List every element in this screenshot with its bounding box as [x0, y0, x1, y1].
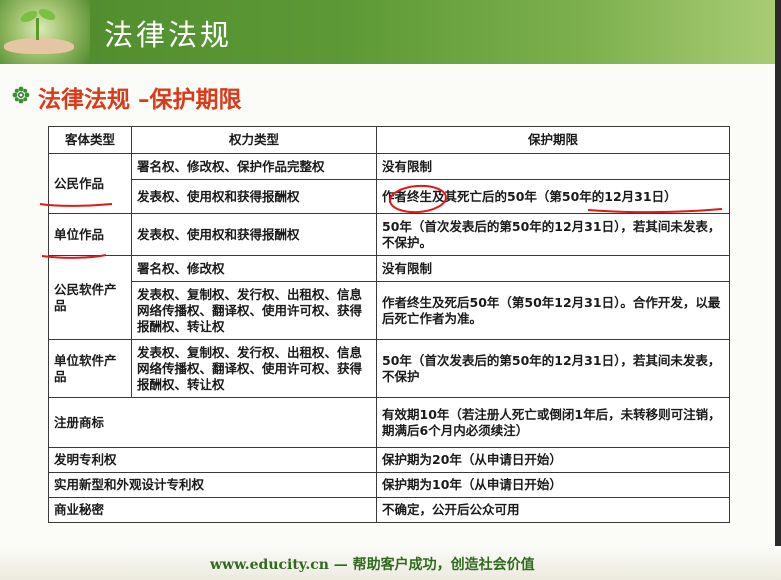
table-row: 发明专利权 保护期为20年（从申请日开始） [48, 447, 730, 473]
footer-url: www.educity.cn [210, 557, 329, 573]
table-row: 注册商标 有效期10年（若注册人死亡或倒闭1年后，未转移则可注销，期满后6个月内… [48, 397, 730, 448]
cell-type-utility-design-patent: 实用新型和外观设计专利权 [48, 472, 377, 498]
cell-term: 没有限制 [376, 153, 730, 180]
table-row: 公民软件产品 署名权、修改权 没有限制 [48, 255, 730, 340]
cell-term: 有效期10年（若注册人死亡或倒闭1年后，未转移则可注销，期满后6个月内必须续注） [376, 397, 730, 448]
slide: 法律法规 法律法规 –保护期限 客体类型 权力类型 保护期限 公民作品 署名权、… [0, 0, 781, 580]
table-row: 发表权、使用权和获得报酬权 作者终生及其死亡后的50年（第50年的12月31日） [49, 179, 730, 214]
table-row: 单位软件产品 发表权、复制权、发行权、出租权、信息网络传播权、翻译权、使用许可权… [48, 339, 730, 398]
table-row: 发表权、复制权、发行权、出租权、信息网络传播权、翻译权、使用许可权、获得报酬权、… [49, 281, 730, 340]
header-protection-term: 保护期限 [376, 126, 730, 154]
cell-type-trademark: 注册商标 [48, 397, 377, 448]
footer-dash: — [333, 557, 348, 573]
cell-right: 署名权、修改权、保护作品完整权 [131, 153, 377, 180]
flower-bullet-icon [12, 86, 30, 104]
cell-term: 50年（首次发表后的第50年的12月31日），若其间未发表，不保护。 [376, 213, 730, 256]
sprout-stem [36, 18, 39, 40]
header-object-type: 客体类型 [48, 126, 132, 154]
cell-term: 没有限制 [376, 255, 730, 282]
table-row: 商业秘密 不确定，公开后公众可用 [48, 497, 730, 523]
table-row: 实用新型和外观设计专利权 保护期为10年（从申请日开始） [48, 472, 730, 498]
cell-term: 作者终生及死后50年（第50年12月31日）。合作开发，以最后死亡作者为准。 [376, 281, 730, 340]
hand-shape [4, 38, 74, 54]
table-header-row: 客体类型 权力类型 保护期限 [48, 126, 730, 154]
cell-right: 发表权、使用权和获得报酬权 [131, 213, 377, 256]
cell-type-unit-work: 单位作品 [48, 213, 132, 256]
header-right-type: 权力类型 [131, 126, 377, 154]
cell-type-citizen-work: 公民作品 [48, 153, 132, 214]
protection-term-table-wrap: 客体类型 权力类型 保护期限 公民作品 署名权、修改权、保护作品完整权 没有限制… [48, 126, 730, 523]
cell-right: 发表权、复制权、发行权、出租权、信息网络传播权、翻译权、使用许可权、获得报酬权、… [131, 281, 377, 340]
cell-term: 保护期为10年（从申请日开始） [376, 472, 730, 498]
window-edge [775, 0, 781, 580]
cell-term: 不确定，公开后公众可用 [376, 497, 730, 523]
cell-right: 署名权、修改权 [131, 255, 377, 282]
cell-type-trade-secret: 商业秘密 [48, 497, 377, 523]
cell-type-invention-patent: 发明专利权 [48, 447, 377, 473]
slide-subtitle: 法律法规 –保护期限 [38, 86, 242, 113]
table-row: 公民作品 署名权、修改权、保护作品完整权 没有限制 [48, 153, 730, 214]
cell-term: 保护期为20年（从申请日开始） [376, 447, 730, 473]
cell-term: 50年（首次发表后的第50年的12月31日），若其间未发表，不保护 [376, 339, 730, 398]
footer-slogan: 帮助客户成功，创造社会价值 [352, 557, 535, 573]
protection-term-table: 客体类型 权力类型 保护期限 公民作品 署名权、修改权、保护作品完整权 没有限制… [48, 126, 730, 523]
cell-right: 发表权、使用权和获得报酬权 [131, 179, 377, 214]
cell-type-unit-software: 单位软件产品 [48, 339, 132, 398]
table-row: 单位作品 发表权、使用权和获得报酬权 50年（首次发表后的第50年的12月31日… [48, 213, 730, 256]
title-banner: 法律法规 [0, 0, 781, 64]
footer: www.educity.cn — 帮助客户成功，创造社会价值 [210, 554, 535, 574]
cell-term: 作者终生及其死亡后的50年（第50年的12月31日） [376, 179, 730, 214]
banner-title: 法律法规 [104, 18, 233, 52]
cell-type-citizen-software: 公民软件产品 [48, 255, 132, 340]
sprout-in-hand-image [0, 0, 90, 64]
cell-right: 发表权、复制权、发行权、出租权、信息网络传播权、翻译权、使用许可权、获得报酬权、… [131, 339, 377, 398]
sprout-leaf-right [36, 6, 58, 23]
